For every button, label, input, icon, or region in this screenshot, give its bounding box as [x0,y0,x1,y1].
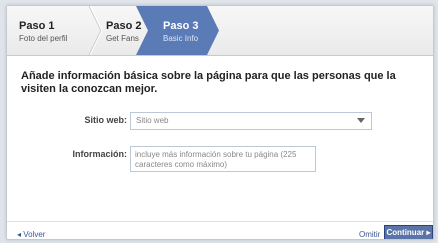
active-step-arrow-tip [207,6,219,55]
step-1-title: Paso 1 [19,20,55,32]
page-heading: Añade información básica sobre la página… [21,70,396,95]
website-select-value: Sitio web [136,116,169,125]
step-2-subtitle: Get Fans [106,34,139,43]
info-textarea[interactable]: incluye más información sobre tu página … [130,146,316,172]
step-3-title: Paso 3 [163,20,199,32]
step-progress-bar: Paso 1 Foto del perfil Paso 2 Get Fans P… [7,6,433,56]
website-label: Sitio web: [84,115,128,125]
step-1-subtitle: Foto del perfil [19,34,68,43]
step-separator-chevron-icon [87,6,103,55]
website-select[interactable]: Sitio web [130,112,372,130]
continue-button[interactable]: Continuar ▸ [384,225,433,239]
skip-link[interactable]: Omitir [359,230,380,239]
footer-divider [7,221,433,222]
chevron-down-icon [357,118,365,123]
wizard-panel: Paso 1 Foto del perfil Paso 2 Get Fans P… [6,5,434,240]
back-link[interactable]: ◂ Volver [17,230,45,239]
info-label: Información: [72,149,127,159]
step-3-subtitle: Basic Info [163,34,199,43]
